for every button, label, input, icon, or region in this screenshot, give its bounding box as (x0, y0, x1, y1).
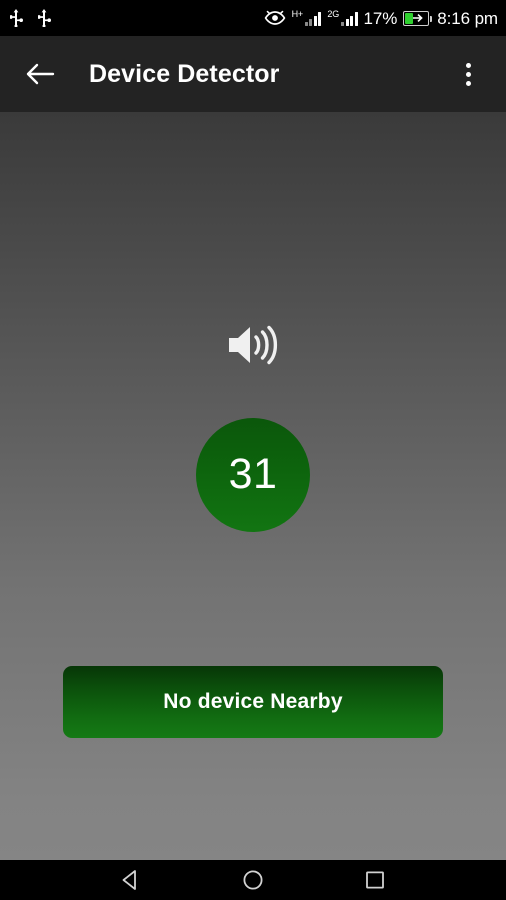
signal-label-2g: 2G (327, 8, 340, 19)
signal-label-hplus: H+ (291, 8, 304, 19)
overflow-dot (465, 62, 471, 68)
square-recents-icon (366, 871, 384, 889)
volume-up-icon (225, 319, 281, 371)
signal-indicator-2g: 2G (327, 8, 358, 26)
android-navigation-bar (0, 860, 506, 900)
nav-recents-button[interactable] (350, 860, 400, 900)
phone-screen: H+ 2G 17% 8:16 pm Device Detector 31 No … (0, 0, 506, 900)
status-bar-right: H+ 2G 17% 8:16 pm (264, 8, 498, 28)
device-status-button[interactable]: No device Nearby (63, 666, 443, 738)
signal-indicator-hplus: H+ (291, 8, 322, 26)
app-bar: Device Detector (0, 36, 506, 112)
triangle-back-icon (122, 870, 136, 890)
overflow-dot (465, 80, 471, 86)
back-button[interactable] (12, 46, 68, 102)
circle-home-icon (243, 870, 263, 890)
usb-icon-1 (8, 9, 24, 27)
battery-fill (405, 12, 414, 24)
overflow-dot (465, 71, 471, 77)
usb-icon-2 (36, 9, 52, 27)
battery-icon (403, 10, 433, 26)
page-title: Device Detector (89, 59, 280, 88)
status-bar: H+ 2G 17% 8:16 pm (0, 0, 506, 36)
signal-bars-hplus (304, 11, 322, 26)
status-bar-clock: 8:16 pm (437, 8, 498, 28)
nav-home-button[interactable] (228, 860, 278, 900)
status-bar-left (8, 9, 52, 27)
device-count-value: 31 (228, 449, 278, 498)
main-content: 31 No device Nearby (0, 112, 506, 860)
arrow-left-icon (26, 63, 55, 85)
overflow-menu-button[interactable] (446, 46, 490, 102)
battery-percent-label: 17% (363, 8, 398, 28)
nav-back-button[interactable] (106, 860, 156, 900)
signal-bars-2g (341, 11, 358, 26)
device-count-circle: 31 (196, 418, 310, 532)
eye-icon (264, 10, 286, 26)
charging-arrow-icon (413, 14, 424, 22)
